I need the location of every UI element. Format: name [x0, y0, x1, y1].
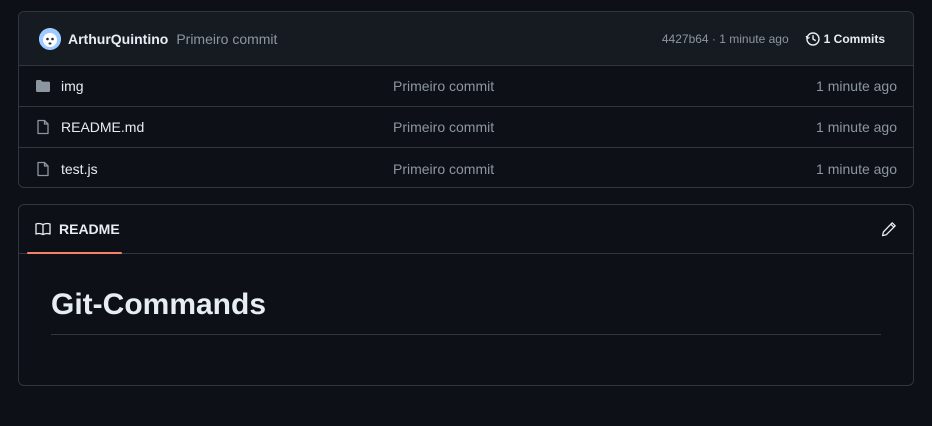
- file-commit-link[interactable]: Primeiro commit: [393, 78, 494, 94]
- file-commit-link[interactable]: Primeiro commit: [393, 119, 494, 135]
- file-row-readme[interactable]: README.md Primeiro commit 1 minute ago: [19, 107, 913, 148]
- readme-panel: README Git-Commands: [18, 204, 914, 386]
- file-commit-link[interactable]: Primeiro commit: [393, 161, 494, 177]
- file-browser: ArthurQuintino Primeiro commit 4427b64 ·…: [18, 11, 914, 188]
- tab-readme[interactable]: README: [35, 205, 120, 253]
- pencil-icon: [881, 222, 896, 237]
- commits-history-link[interactable]: 1 Commits: [805, 31, 897, 47]
- latest-commit-bar: ArthurQuintino Primeiro commit 4427b64 ·…: [19, 12, 913, 66]
- avatar[interactable]: [39, 27, 61, 50]
- folder-icon: [35, 78, 51, 94]
- commit-author-link[interactable]: ArthurQuintino: [68, 31, 168, 47]
- file-row-test-js[interactable]: test.js Primeiro commit 1 minute ago: [19, 148, 913, 187]
- file-name-link[interactable]: test.js: [61, 161, 393, 177]
- readme-header: README: [19, 205, 913, 254]
- file-name-link[interactable]: README.md: [61, 119, 393, 135]
- commit-message-link[interactable]: Primeiro commit: [176, 31, 277, 47]
- file-name-link[interactable]: img: [61, 78, 393, 94]
- history-icon: [805, 31, 820, 46]
- file-date: 1 minute ago: [816, 119, 897, 135]
- file-date: 1 minute ago: [816, 78, 897, 94]
- edit-readme-button[interactable]: [881, 221, 897, 237]
- readme-heading: Git-Commands: [51, 288, 881, 335]
- commits-count-label: 1 Commits: [823, 31, 885, 46]
- tab-readme-label: README: [59, 221, 120, 237]
- file-row-img[interactable]: img Primeiro commit 1 minute ago: [19, 66, 913, 107]
- file-icon: [35, 119, 51, 135]
- active-tab-indicator: [27, 252, 122, 254]
- file-date: 1 minute ago: [816, 160, 897, 177]
- commit-meta[interactable]: 4427b64 · 1 minute ago: [662, 32, 789, 46]
- readme-content: Git-Commands: [19, 254, 913, 335]
- book-icon: [35, 222, 51, 236]
- file-icon: [35, 161, 51, 177]
